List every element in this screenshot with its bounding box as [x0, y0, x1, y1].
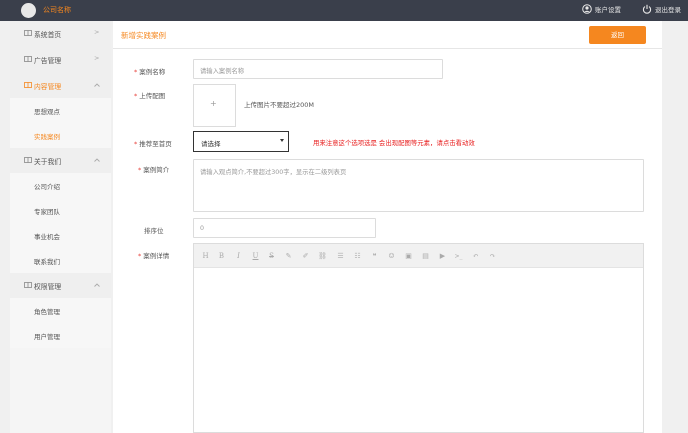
required-marker: *: [134, 140, 138, 148]
underline-icon[interactable]: U: [250, 251, 261, 261]
chevron-up-icon: [94, 283, 100, 287]
detail-label: * 案例详情: [138, 252, 170, 260]
chevron-up-icon: [94, 158, 100, 162]
sidebar-subitem-users[interactable]: 用户管理: [10, 323, 111, 348]
recommend-label: * 推荐至首页: [134, 140, 172, 148]
sidebar-subitem-label: 公司介绍: [34, 183, 60, 191]
account-settings-link[interactable]: 账户设置: [582, 4, 621, 14]
quote-icon[interactable]: ❝: [369, 251, 380, 261]
italic-icon[interactable]: I: [233, 251, 244, 261]
image-icon[interactable]: ▣: [403, 251, 414, 261]
sidebar-subitem-label: 专家团队: [34, 208, 60, 216]
sort-value: 0: [200, 225, 205, 232]
required-marker: *: [138, 166, 142, 174]
summary-placeholder: 请输入观点简介,不要超过300字，显示在二级列表页: [200, 169, 347, 176]
required-marker: *: [138, 252, 142, 260]
sidebar-subitem-contact[interactable]: 联系我们: [10, 248, 111, 273]
sidebar-footer: [10, 347, 111, 433]
sidebar-item-label: 内容管理: [34, 83, 62, 91]
case-name-placeholder: 请输入案例名称: [200, 68, 245, 75]
sidebar-item-content[interactable]: 内容管理: [10, 73, 111, 98]
sidebar-subitem-company[interactable]: 公司介绍: [10, 173, 111, 198]
image-upload-label: * 上传配图: [134, 92, 166, 100]
pen-icon[interactable]: ✐: [300, 251, 311, 261]
sidebar-subitem-label: 角色管理: [34, 308, 60, 316]
undo-icon[interactable]: ↶: [470, 251, 481, 261]
sidebar-subitem-label: 思想观点: [34, 108, 60, 116]
company-name: 公司名称: [43, 6, 71, 14]
recommend-note: 用来注意这个选项选是 会出现配图等元素，请点击看动效: [313, 139, 475, 147]
chevron-right-icon: >: [94, 54, 100, 62]
sidebar-subitem-label: 用户管理: [34, 333, 60, 341]
sidebar-subitem-roles[interactable]: 角色管理: [10, 298, 111, 323]
sidebar-subitem-careers[interactable]: 事业机会: [10, 223, 111, 248]
sidebar-item-label: 关于我们: [34, 158, 62, 166]
grid-icon: [24, 282, 32, 288]
sidebar-item-permissions[interactable]: 权限管理: [10, 273, 111, 298]
emoji-icon[interactable]: ☺: [386, 251, 397, 261]
chevron-right-icon: >: [94, 28, 100, 36]
grid-icon: [24, 30, 32, 36]
sidebar-item-label: 系统首页: [34, 31, 62, 39]
content-header: [113, 21, 662, 49]
table-icon[interactable]: ▤: [420, 251, 431, 261]
case-name-label: * 案例名称: [134, 68, 166, 76]
logo: [21, 3, 36, 18]
sidebar-subitem-experts[interactable]: 专家团队: [10, 198, 111, 223]
back-button[interactable]: 返回: [589, 26, 646, 44]
user-circle-icon: [582, 4, 592, 14]
sidebar-item-about[interactable]: 关于我们: [10, 148, 111, 173]
logout-link[interactable]: 退出登录: [642, 4, 681, 14]
sidebar-item-label: 广告管理: [34, 57, 62, 65]
caret-down-icon: [280, 139, 284, 142]
page-title: 新增实践案例: [121, 31, 166, 40]
sort-label: 排序位: [144, 227, 164, 235]
sort-input[interactable]: [193, 218, 376, 238]
sidebar-subitem-label: 实践案例: [34, 133, 60, 141]
summary-label: * 案例简介: [138, 166, 170, 174]
sidebar-subitem-views[interactable]: 思想观点: [10, 98, 111, 123]
bold-icon[interactable]: B: [216, 251, 227, 261]
grid-icon: [24, 56, 32, 62]
sidebar-item-ads[interactable]: 广告管理 >: [10, 47, 111, 72]
link-icon[interactable]: ⛓: [317, 251, 328, 261]
required-marker: *: [134, 68, 138, 76]
recommend-select-value: 请选择: [201, 140, 221, 148]
redo-icon[interactable]: ↷: [487, 251, 498, 261]
required-marker: *: [134, 92, 138, 100]
video-icon[interactable]: ▶: [437, 251, 448, 261]
rich-text-editor[interactable]: [193, 243, 644, 433]
logout-label: 退出登录: [655, 6, 681, 14]
code-icon[interactable]: >_: [453, 251, 464, 261]
heading-icon[interactable]: H: [200, 251, 211, 261]
grid-icon: [24, 157, 32, 163]
sidebar-item-home[interactable]: 系统首页 >: [10, 21, 111, 46]
sidebar-item-label: 权限管理: [34, 283, 62, 291]
strikethrough-icon[interactable]: S: [266, 251, 277, 261]
ordered-list-icon[interactable]: ☷: [352, 251, 363, 261]
grid-icon: [24, 82, 32, 88]
power-icon: [642, 4, 652, 14]
sidebar-subitem-label: 事业机会: [34, 233, 60, 241]
editor-toolbar: [194, 244, 643, 268]
list-icon[interactable]: ☰: [335, 251, 346, 261]
right-gutter: [662, 21, 688, 433]
sidebar-subitem-label: 联系我们: [34, 258, 60, 266]
sidebar-subitem-cases[interactable]: 实践案例: [10, 123, 111, 148]
brush-icon[interactable]: ✎: [283, 251, 294, 261]
chevron-up-icon: [94, 83, 100, 87]
upload-hint: 上传图片不要超过200M: [244, 101, 315, 109]
plus-icon: +: [210, 99, 217, 108]
account-settings-label: 账户设置: [595, 6, 621, 14]
